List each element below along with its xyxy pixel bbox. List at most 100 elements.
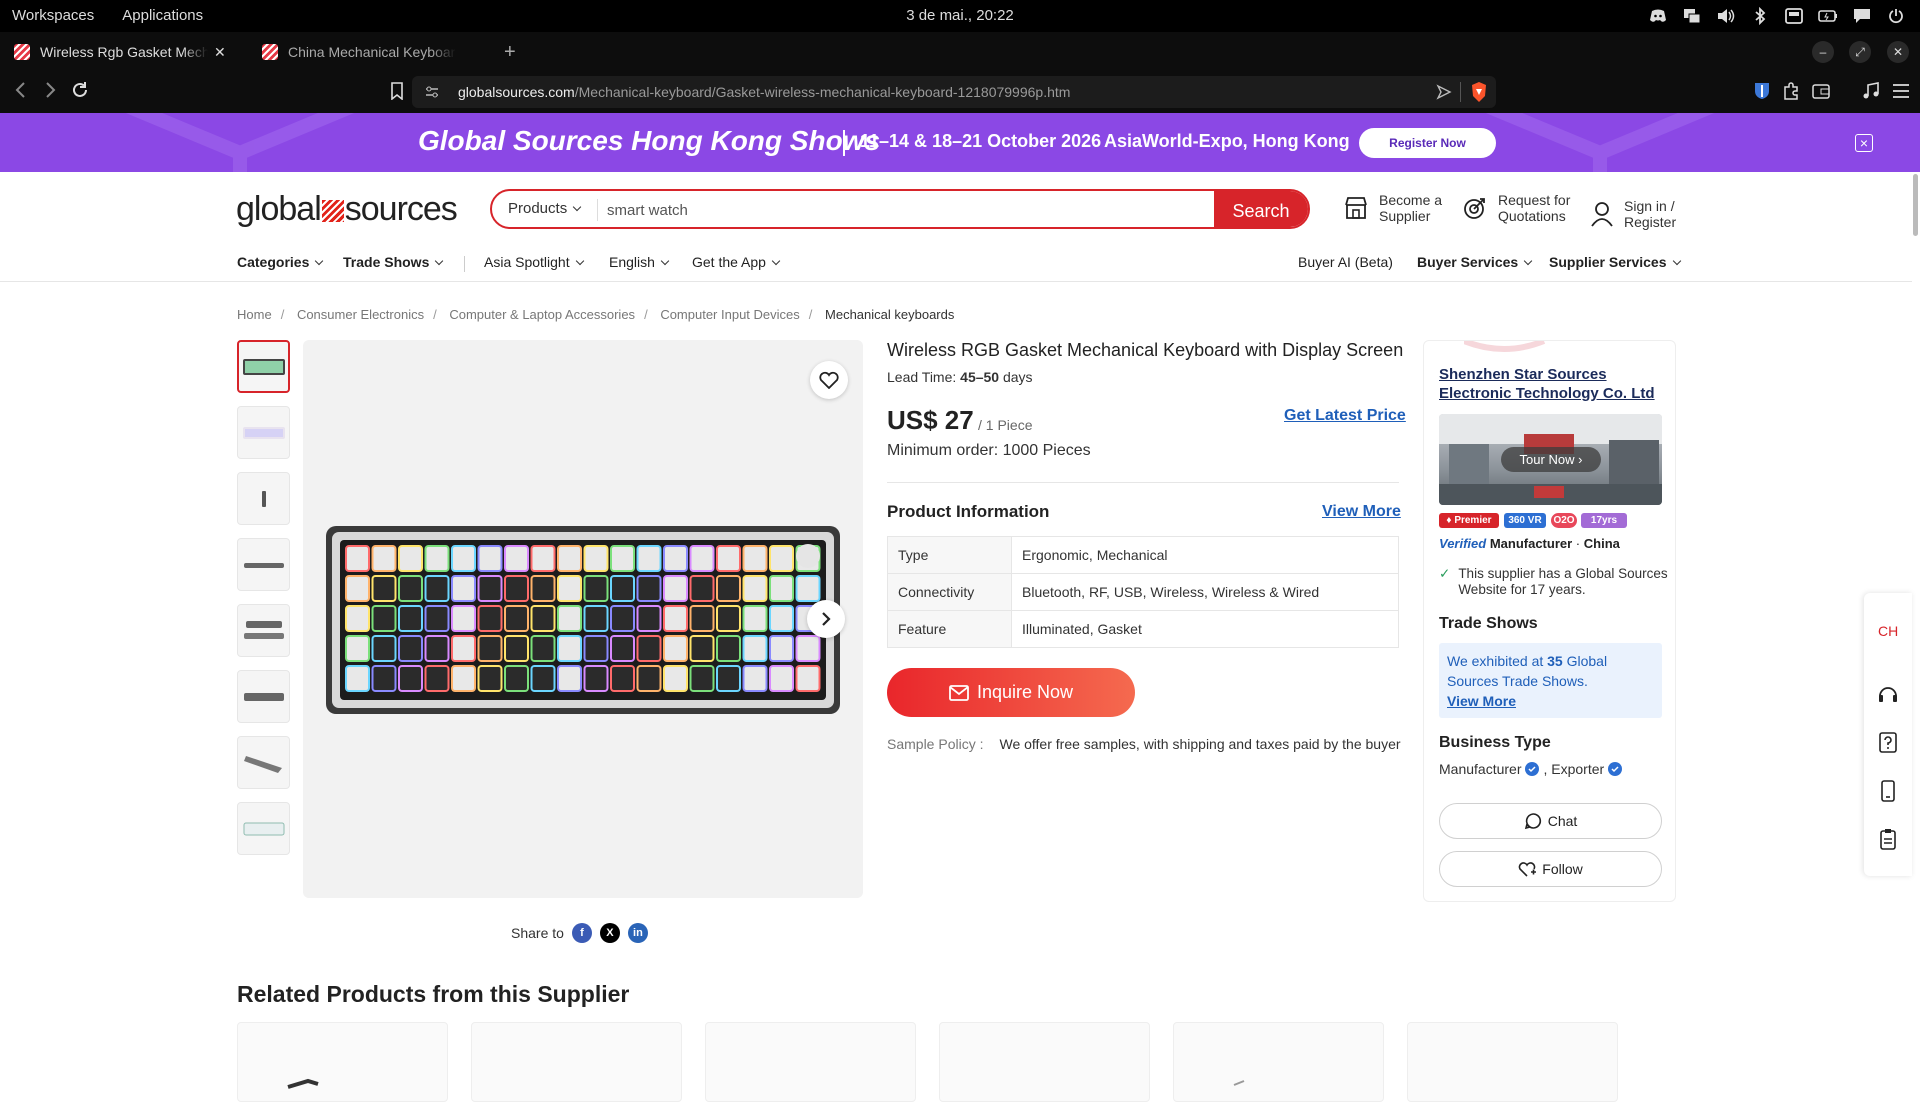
- os-clock[interactable]: 3 de mai., 20:22: [906, 7, 1014, 24]
- inquire-now-button[interactable]: Inquire Now: [887, 668, 1135, 717]
- gallery-thumb-4[interactable]: [237, 538, 290, 591]
- customer-service-icon[interactable]: [1876, 683, 1900, 707]
- view-more-specs-link[interactable]: View More: [1322, 503, 1401, 521]
- related-product-card[interactable]: [939, 1022, 1150, 1102]
- close-window-icon[interactable]: ✕: [1887, 41, 1909, 63]
- maximize-icon[interactable]: ⤢: [1849, 41, 1871, 63]
- chat-bubble-icon: [1524, 813, 1541, 830]
- search-category-select[interactable]: Products: [508, 200, 582, 217]
- power-icon[interactable]: [1886, 6, 1906, 26]
- extensions-icon[interactable]: [1782, 82, 1800, 105]
- trade-shows-view-more-link[interactable]: View More: [1447, 693, 1516, 709]
- gallery-thumb-2[interactable]: [237, 406, 290, 459]
- reload-icon[interactable]: [71, 81, 89, 104]
- mobile-app-icon[interactable]: [1876, 779, 1900, 803]
- minimize-icon[interactable]: –: [1812, 41, 1834, 63]
- register-now-button[interactable]: Register Now: [1359, 128, 1496, 158]
- follow-button[interactable]: Follow: [1439, 851, 1662, 887]
- applications-menu[interactable]: Applications: [122, 7, 203, 24]
- x-icon[interactable]: X: [599, 923, 620, 943]
- breadcrumb-computer-accessories[interactable]: Computer & Laptop Accessories: [449, 307, 635, 322]
- nav-buyer-ai[interactable]: Buyer AI (Beta): [1298, 254, 1393, 270]
- nav-language[interactable]: English: [609, 254, 670, 270]
- gallery-thumb-8[interactable]: [237, 802, 290, 855]
- volume-icon[interactable]: [1716, 6, 1736, 26]
- battery-icon[interactable]: [1818, 6, 1838, 26]
- chat-icon[interactable]: [1852, 6, 1872, 26]
- bookmark-icon[interactable]: [390, 82, 404, 105]
- bitwarden-icon[interactable]: [1754, 82, 1770, 105]
- get-latest-price-link[interactable]: Get Latest Price: [1284, 407, 1406, 425]
- network-icon[interactable]: [1682, 6, 1702, 26]
- banner-dates: 11–14 & 18–21 October 2026: [860, 131, 1102, 151]
- discord-icon[interactable]: [1648, 6, 1668, 26]
- virtual-tour-image[interactable]: Tour Now ›: [1439, 414, 1662, 505]
- nav-trade-shows[interactable]: Trade Shows: [343, 254, 444, 270]
- nav-get-app[interactable]: Get the App: [692, 254, 781, 270]
- sign-in-link[interactable]: Sign in / Register: [1590, 198, 1676, 230]
- chevron-down-icon: [435, 256, 444, 266]
- menu-icon[interactable]: [1892, 83, 1910, 104]
- gallery-thumb-5[interactable]: [237, 604, 290, 657]
- brave-shield-icon[interactable]: [1470, 81, 1488, 108]
- nav-categories[interactable]: Categories: [237, 254, 324, 270]
- facebook-icon[interactable]: f: [571, 923, 592, 943]
- forward-icon[interactable]: [43, 81, 57, 104]
- nav-supplier-services[interactable]: Supplier Services: [1549, 254, 1681, 270]
- related-product-card[interactable]: [471, 1022, 682, 1102]
- screen-icon[interactable]: [1784, 6, 1804, 26]
- breadcrumb-home[interactable]: Home: [237, 307, 272, 322]
- nav-divider: [464, 256, 465, 272]
- media-icon[interactable]: [1862, 82, 1880, 105]
- page-scrollbar[interactable]: [1913, 174, 1918, 236]
- request-quotations-link[interactable]: Request for Quotations: [1462, 192, 1570, 224]
- help-icon[interactable]: [1876, 731, 1900, 755]
- gallery-thumb-6[interactable]: [237, 670, 290, 723]
- site-settings-icon[interactable]: [424, 84, 440, 105]
- become-supplier-link[interactable]: Become a Supplier: [1343, 192, 1442, 224]
- browser-tab-bar: Wireless Rgb Gasket Mechanic ✕ China Mec…: [0, 32, 1920, 72]
- related-product-card[interactable]: [237, 1022, 448, 1102]
- favorite-button[interactable]: [810, 361, 848, 399]
- bluetooth-icon[interactable]: [1750, 6, 1770, 26]
- tab-offers[interactable]: China Mechanical Keyboard Offer: [262, 36, 456, 68]
- share-page-icon[interactable]: [1436, 84, 1452, 105]
- chat-button[interactable]: Chat: [1439, 803, 1662, 839]
- search-input[interactable]: [607, 196, 1107, 224]
- tab-product[interactable]: Wireless Rgb Gasket Mechanic ✕: [14, 36, 226, 68]
- breadcrumb-input-devices[interactable]: Computer Input Devices: [660, 307, 799, 322]
- supplier-name-link[interactable]: Shenzhen Star Sources Electronic Technol…: [1439, 365, 1664, 403]
- wallet-icon[interactable]: [1812, 82, 1830, 105]
- breadcrumb-mechanical-keyboards[interactable]: Mechanical keyboards: [825, 307, 954, 322]
- tour-now-button[interactable]: Tour Now ›: [1501, 447, 1601, 472]
- gallery-thumb-3[interactable]: [237, 472, 290, 525]
- vr-badge: 360 VR: [1504, 513, 1546, 528]
- related-product-card[interactable]: [705, 1022, 916, 1102]
- back-icon[interactable]: [14, 81, 28, 104]
- search-button[interactable]: Search: [1214, 191, 1308, 227]
- linkedin-icon[interactable]: in: [627, 923, 648, 943]
- main-product-image[interactable]: [303, 340, 863, 898]
- nav-asia-spotlight[interactable]: Asia Spotlight: [484, 254, 584, 270]
- trade-show-banner[interactable]: Global Sources Hong Kong Shows 11–14 & 1…: [0, 113, 1920, 172]
- related-product-card[interactable]: [1407, 1022, 1618, 1102]
- share-label: Share to: [511, 925, 564, 941]
- related-product-card[interactable]: [1173, 1022, 1384, 1102]
- global-sources-logo[interactable]: global sources: [236, 190, 458, 229]
- address-bar[interactable]: globalsources.com/Mechanical-keyboard/Ga…: [412, 76, 1496, 108]
- close-banner-icon[interactable]: ×: [1855, 134, 1873, 152]
- breadcrumb-consumer-electronics[interactable]: Consumer Electronics: [297, 307, 424, 322]
- clipboard-icon[interactable]: [1876, 827, 1900, 851]
- chat-language-tag[interactable]: CH: [1878, 623, 1898, 639]
- gallery-thumb-7[interactable]: [237, 736, 290, 789]
- workspaces-menu[interactable]: Workspaces: [12, 7, 94, 24]
- heart-plus-icon: [1518, 862, 1537, 877]
- verified-manufacturer: Verified Manufacturer · China: [1439, 536, 1620, 551]
- gallery-thumb-1[interactable]: [237, 340, 290, 393]
- chevron-right-icon: ›: [1578, 452, 1583, 467]
- card-decoration: [1464, 341, 1546, 352]
- next-image-button[interactable]: [807, 600, 845, 638]
- nav-buyer-services[interactable]: Buyer Services: [1417, 254, 1533, 270]
- close-tab-icon[interactable]: ✕: [214, 44, 226, 61]
- new-tab-button[interactable]: +: [504, 36, 516, 68]
